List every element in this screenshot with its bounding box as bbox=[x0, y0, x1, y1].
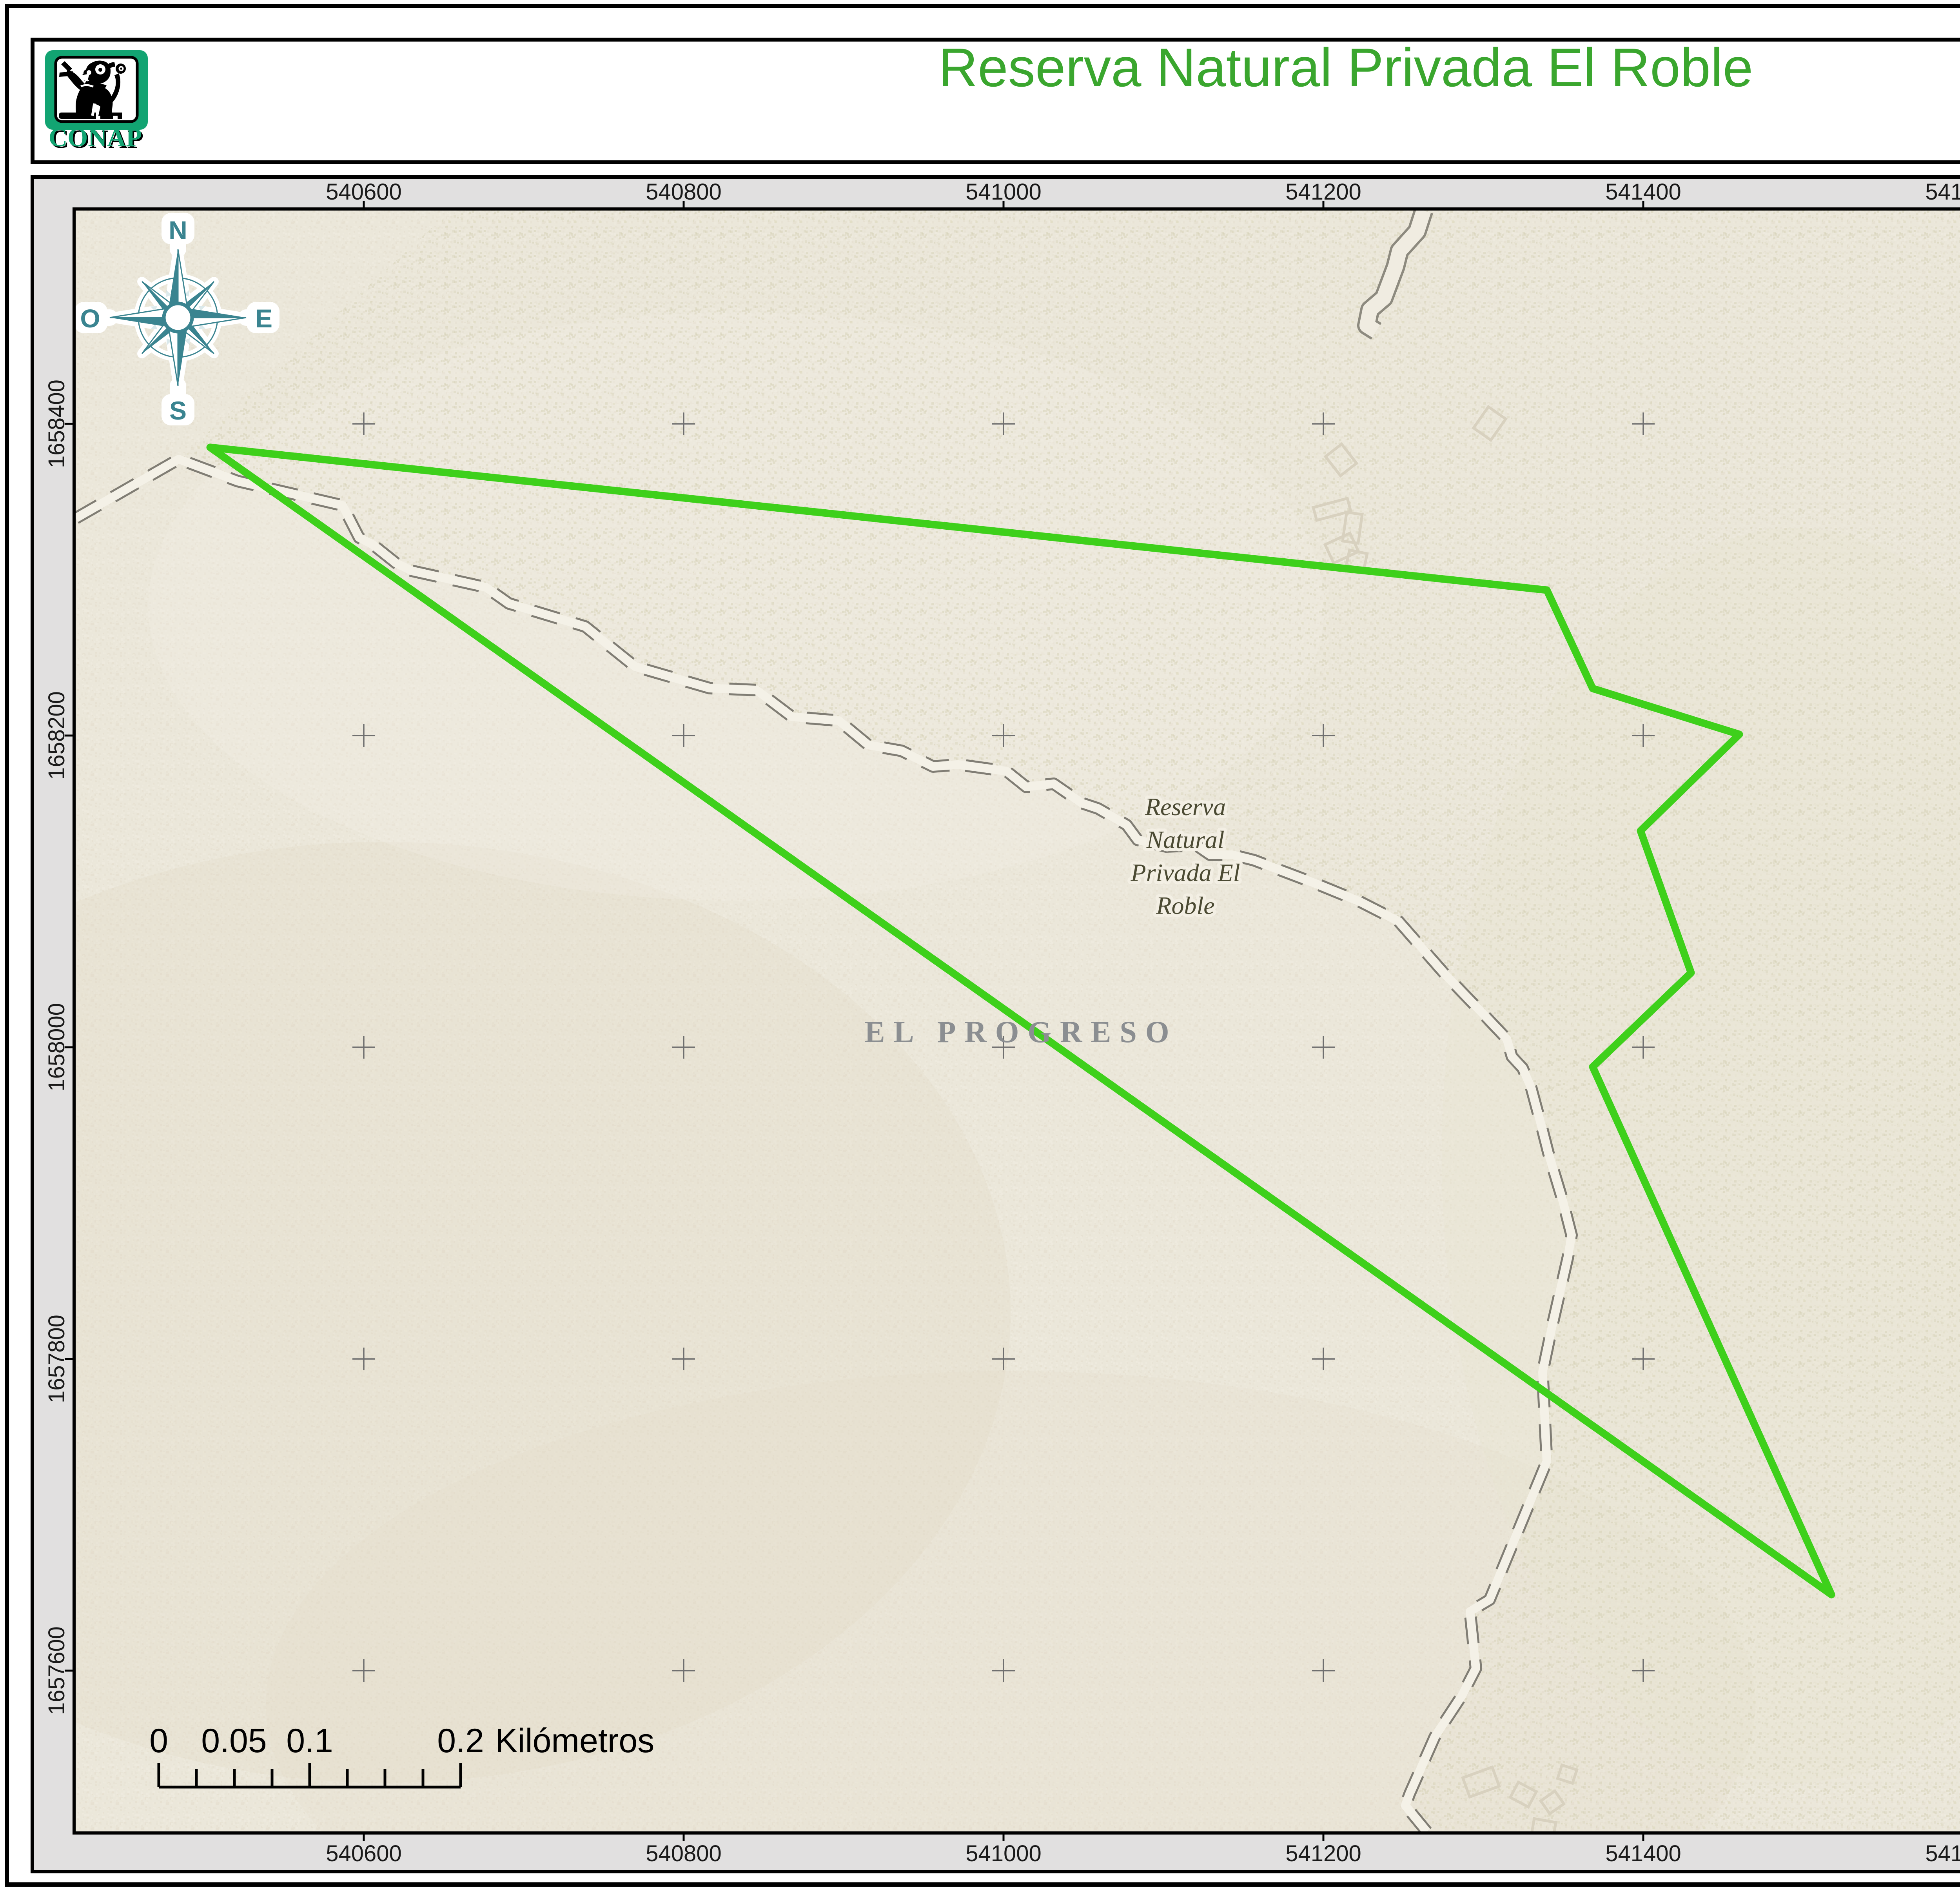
svg-text:541400: 541400 bbox=[1605, 179, 1681, 205]
svg-text:1657600: 1657600 bbox=[44, 1626, 69, 1715]
svg-text:540600: 540600 bbox=[326, 179, 402, 205]
svg-text:1658400: 1658400 bbox=[44, 380, 69, 468]
svg-text:0: 0 bbox=[149, 1722, 168, 1760]
svg-text:540600: 540600 bbox=[326, 1841, 402, 1866]
svg-text:Reserva: Reserva bbox=[1145, 793, 1226, 821]
svg-text:Kilómetros: Kilómetros bbox=[495, 1722, 654, 1760]
svg-text:E: E bbox=[255, 304, 272, 333]
svg-text:541000: 541000 bbox=[965, 179, 1042, 205]
svg-text:1657800: 1657800 bbox=[44, 1315, 69, 1403]
svg-text:EL PROGRESO: EL PROGRESO bbox=[865, 1015, 1178, 1049]
svg-text:Natural: Natural bbox=[1146, 826, 1224, 854]
svg-text:541200: 541200 bbox=[1285, 179, 1361, 205]
svg-text:541200: 541200 bbox=[1285, 1841, 1361, 1866]
svg-text:541600: 541600 bbox=[1925, 179, 1960, 205]
svg-text:0.05: 0.05 bbox=[201, 1722, 267, 1760]
svg-text:S: S bbox=[169, 396, 187, 425]
svg-text:1658000: 1658000 bbox=[44, 1003, 69, 1092]
svg-text:541600: 541600 bbox=[1925, 1841, 1960, 1866]
svg-text:0.2: 0.2 bbox=[437, 1722, 484, 1760]
svg-text:Privada El: Privada El bbox=[1130, 859, 1240, 886]
svg-text:0.1: 0.1 bbox=[286, 1722, 333, 1760]
svg-text:N: N bbox=[169, 216, 187, 245]
svg-text:540800: 540800 bbox=[646, 179, 722, 205]
svg-text:1658200: 1658200 bbox=[44, 691, 69, 780]
svg-text:CONAP: CONAP bbox=[49, 123, 142, 152]
svg-text:Roble: Roble bbox=[1156, 892, 1214, 919]
svg-text:O: O bbox=[80, 304, 100, 333]
svg-text:540800: 540800 bbox=[646, 1841, 722, 1866]
svg-text:541400: 541400 bbox=[1605, 1841, 1681, 1866]
svg-text:541000: 541000 bbox=[965, 1841, 1042, 1866]
